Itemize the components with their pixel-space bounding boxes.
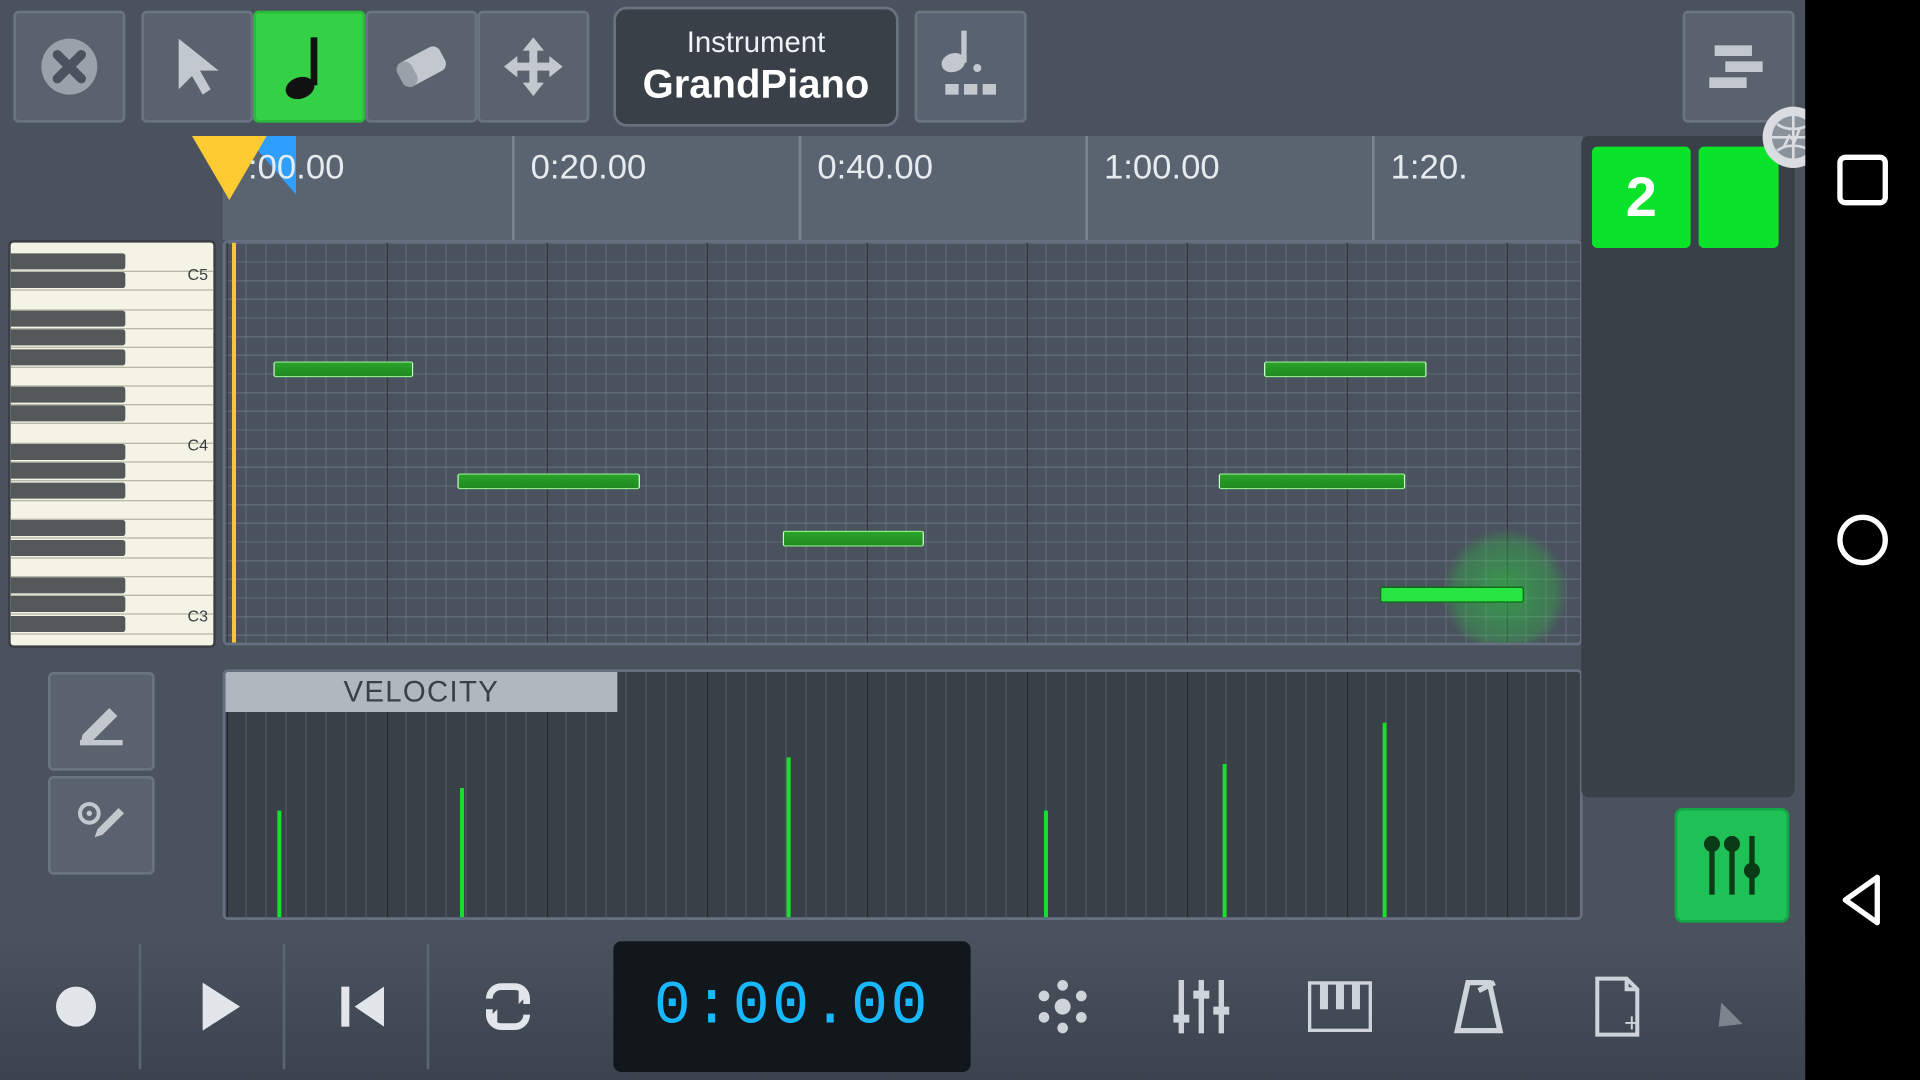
back-nav-icon[interactable] bbox=[1835, 872, 1891, 928]
timeline-label: 1:00.00 bbox=[1104, 147, 1220, 188]
velocity-lane[interactable]: VELOCITY bbox=[223, 669, 1583, 920]
transport-bar: 0:00.00 + bbox=[0, 936, 1805, 1080]
undo-button[interactable] bbox=[1688, 944, 1813, 1069]
timeline-label: :00.00 bbox=[248, 147, 344, 188]
overview-nav-icon[interactable] bbox=[1835, 152, 1891, 208]
metronome-button[interactable] bbox=[1416, 944, 1541, 1069]
fx-button[interactable] bbox=[1000, 944, 1125, 1069]
track-settings-button[interactable] bbox=[1683, 11, 1795, 123]
keyboard-button[interactable] bbox=[1277, 944, 1402, 1069]
instrument-selector[interactable]: Instrument GrandPiano bbox=[613, 7, 898, 127]
velocity-label: VELOCITY bbox=[225, 672, 617, 712]
midi-note[interactable] bbox=[783, 531, 924, 547]
note-tool-button[interactable] bbox=[253, 11, 365, 123]
velocity-bar[interactable] bbox=[1044, 811, 1048, 918]
move-tool-button[interactable] bbox=[477, 11, 589, 123]
piano-key-label: C4 bbox=[188, 436, 208, 455]
play-cursor bbox=[232, 243, 236, 643]
velocity-bar[interactable] bbox=[460, 788, 464, 917]
piano-key-label: C5 bbox=[188, 265, 208, 284]
velocity-bar[interactable] bbox=[1223, 764, 1227, 917]
mixer-icon-button[interactable] bbox=[1139, 944, 1264, 1069]
midi-note[interactable] bbox=[1264, 361, 1427, 377]
midi-note[interactable] bbox=[1380, 587, 1524, 603]
timeline-ruler[interactable]: :00.00 0:20.00 0:40.00 1:00.00 1:20. bbox=[223, 136, 1583, 240]
track-list[interactable]: 2 bbox=[1581, 136, 1794, 797]
velocity-bar[interactable] bbox=[277, 811, 281, 918]
add-track-button[interactable]: + bbox=[1555, 944, 1680, 1069]
timeline-label: 1:20. bbox=[1391, 147, 1468, 188]
rewind-button[interactable] bbox=[301, 944, 429, 1069]
eraser-tool-button[interactable] bbox=[365, 11, 477, 123]
timeline-tick bbox=[1372, 136, 1375, 240]
svg-text:+: + bbox=[1624, 1008, 1640, 1037]
record-button[interactable] bbox=[13, 944, 141, 1069]
timeline-tick bbox=[799, 136, 802, 240]
mixer-button[interactable] bbox=[1675, 808, 1790, 923]
velocity-bar[interactable] bbox=[787, 757, 791, 917]
instrument-label: Instrument bbox=[687, 25, 826, 60]
track-2[interactable] bbox=[1699, 147, 1779, 248]
note-duration-button[interactable] bbox=[915, 11, 1027, 123]
midi-note[interactable] bbox=[1219, 473, 1406, 489]
track-1[interactable]: 2 bbox=[1592, 147, 1691, 248]
velocity-bar[interactable] bbox=[1383, 723, 1387, 918]
timeline-tick bbox=[512, 136, 515, 240]
top-toolbar: Instrument GrandPiano bbox=[0, 0, 1805, 133]
timeline-tick bbox=[1085, 136, 1088, 240]
track-panel: 2 bbox=[1581, 136, 1794, 923]
timeline-label: 0:20.00 bbox=[531, 147, 647, 188]
time-display[interactable]: 0:00.00 bbox=[613, 941, 970, 1072]
midi-note[interactable] bbox=[457, 473, 640, 489]
home-nav-icon[interactable] bbox=[1835, 512, 1891, 568]
play-button[interactable] bbox=[157, 944, 285, 1069]
midi-note[interactable] bbox=[273, 361, 413, 377]
piano-roll[interactable]: :00.00 0:20.00 0:40.00 1:00.00 1:20. bbox=[223, 136, 1583, 645]
close-button[interactable] bbox=[13, 11, 125, 123]
select-tool-button[interactable] bbox=[141, 11, 253, 123]
loop-button[interactable] bbox=[445, 944, 570, 1069]
note-grid[interactable] bbox=[223, 240, 1583, 645]
timeline-label: 0:40.00 bbox=[817, 147, 933, 188]
piano-key-label: C3 bbox=[188, 607, 208, 626]
android-nav-bar bbox=[1805, 0, 1920, 1080]
velocity-edit-button[interactable] bbox=[48, 672, 155, 771]
velocity-settings-button[interactable] bbox=[48, 776, 155, 875]
piano-keyboard[interactable]: /*populated below*/ C5C4C3 bbox=[8, 240, 216, 648]
instrument-name: GrandPiano bbox=[643, 63, 870, 108]
